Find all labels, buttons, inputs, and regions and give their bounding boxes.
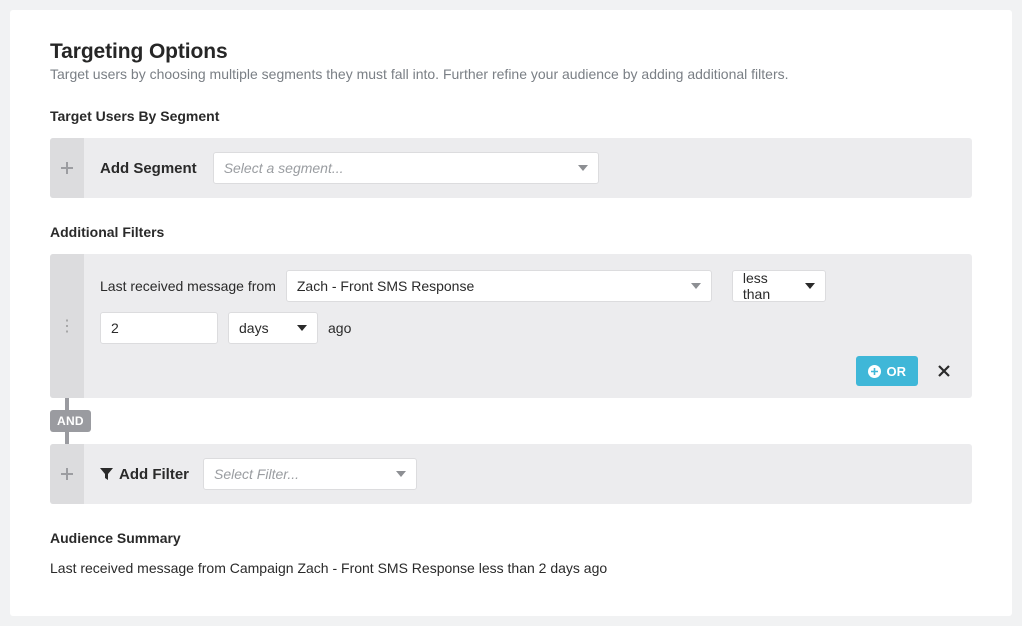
campaign-select[interactable]: Zach - Front SMS Response	[286, 270, 712, 302]
page-title: Targeting Options	[50, 40, 972, 64]
unit-select-value: days	[239, 320, 269, 336]
filter-rule-block: Last received message from Zach - Front …	[50, 254, 972, 398]
filter-type-select-placeholder: Select Filter...	[214, 466, 299, 482]
filter-suffix-text: ago	[328, 320, 351, 336]
caret-down-icon	[681, 283, 701, 289]
add-filter-label: Add Filter	[100, 466, 189, 483]
caret-down-icon	[795, 283, 815, 289]
add-filter-block: Add Filter Select Filter...	[50, 444, 972, 504]
unit-select[interactable]: days	[228, 312, 318, 344]
or-button-label: OR	[887, 364, 907, 379]
and-stem-top	[65, 398, 69, 410]
segment-select-placeholder: Select a segment...	[224, 160, 344, 176]
remove-filter-button[interactable]	[932, 361, 956, 381]
segments-heading: Target Users By Segment	[50, 108, 972, 124]
comparator-select[interactable]: less than	[732, 270, 826, 302]
quantity-input[interactable]	[100, 312, 218, 344]
and-badge: AND	[50, 410, 91, 432]
caret-down-icon	[386, 471, 406, 477]
close-icon	[938, 365, 950, 377]
add-segment-handle[interactable]	[50, 138, 84, 198]
filter-rule-handle[interactable]	[50, 254, 84, 398]
and-stem-bottom	[65, 432, 69, 444]
summary-text: Last received message from Campaign Zach…	[50, 560, 972, 576]
drag-dots-icon	[59, 324, 75, 329]
plus-circle-icon	[868, 365, 881, 378]
plus-icon	[61, 468, 73, 480]
funnel-icon	[100, 468, 113, 481]
add-filter-label-text: Add Filter	[119, 466, 189, 483]
summary-heading: Audience Summary	[50, 530, 972, 546]
or-button[interactable]: OR	[856, 356, 919, 386]
plus-icon	[61, 162, 73, 174]
caret-down-icon	[287, 325, 307, 331]
segment-select[interactable]: Select a segment...	[213, 152, 599, 184]
campaign-select-value: Zach - Front SMS Response	[297, 278, 474, 294]
add-segment-block: Add Segment Select a segment...	[50, 138, 972, 198]
add-segment-label: Add Segment	[100, 160, 197, 177]
filter-type-select[interactable]: Select Filter...	[203, 458, 417, 490]
page-description: Target users by choosing multiple segmen…	[50, 66, 972, 82]
and-connector: AND	[50, 398, 972, 444]
filters-heading: Additional Filters	[50, 224, 972, 240]
caret-down-icon	[568, 165, 588, 171]
filter-prefix-text: Last received message from	[100, 278, 276, 294]
add-filter-handle[interactable]	[50, 444, 84, 504]
comparator-select-value: less than	[743, 270, 795, 302]
targeting-card: Targeting Options Target users by choosi…	[10, 10, 1012, 616]
